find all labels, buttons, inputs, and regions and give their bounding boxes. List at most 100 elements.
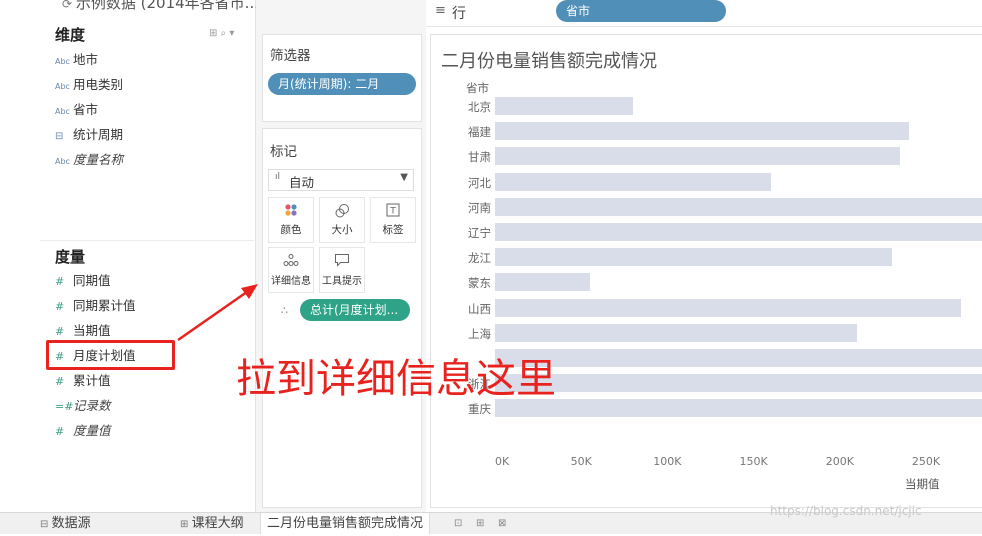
bar-chart: 北京 福建 甘肃 河北 河南 辽宁 龙江 蒙东 山西 上海 浙江 重庆 0K 50K 100K 150K 200… [431,35,982,507]
bar[interactable] [495,374,982,393]
dimensions-title: 维度 [55,26,86,44]
category-label: 河南 [468,200,491,215]
string-field-icon: Abc [55,57,70,66]
bar[interactable] [495,349,982,367]
measure-field[interactable]: # 度量值 [55,421,111,441]
category-label: 北京 [468,100,491,114]
category-label: 河北 [468,175,491,190]
color-icon [269,198,313,222]
category-label: 福建 [468,125,491,140]
mark-type-value: 自动 [289,175,315,190]
bar[interactable] [495,223,982,241]
x-tick-label: 150K [739,455,768,468]
watermark: https://blog.csdn.net/jcjic [770,504,922,518]
mark-detail-button[interactable]: 详细信息 [268,247,314,293]
chevron-down-icon: ▼ [400,172,408,183]
measure-field[interactable]: # 同期值 [55,271,111,291]
sheet-icon: ⊞ [180,519,192,530]
mark-color-button[interactable]: 颜色 [268,197,314,243]
svg-text:T: T [389,207,396,217]
marks-title: 标记 [270,144,297,160]
measure-field-icon: # [55,425,65,438]
dimension-field[interactable]: Abc 用电类别 [55,75,123,95]
x-tick-label: 0K [495,455,510,468]
bar[interactable] [495,197,982,216]
measure-field[interactable]: # 当期值 [55,321,111,341]
category-label: 甘肃 [468,150,491,165]
marks-card: 标记 ıl 自动 ▼ 颜色 大小 T 标签 详细信息 工具提示 ∴ 总计(月度计… [262,128,422,508]
bar[interactable] [495,323,858,342]
rows-icon: ≡ [435,3,446,18]
string-field-icon: Abc [55,107,70,116]
field-label: 省市 [73,102,99,117]
field-label: 当期值 [73,323,111,338]
dimension-field[interactable]: Abc 地市 [55,50,98,70]
category-label: 辽宁 [468,226,491,240]
bar[interactable] [495,298,961,317]
x-axis-label: 当期值 [905,477,940,491]
category-label: 龙江 [468,251,491,266]
new-sheet-icon[interactable]: ⊡ [454,513,462,534]
detail-measure-pill[interactable]: 总计(月度计划... [300,299,410,321]
tab-course-outline[interactable]: ⊞ 课程大纲 [180,513,244,534]
field-label: 累计值 [73,373,111,388]
data-pane: ⟳ 示例数据 (2014年各省市... 维度 ⊞ ⌕ ▾ Abc 地市 Abc 用电类… [0,0,259,512]
field-label: 同期值 [73,273,111,288]
bar[interactable] [495,122,909,141]
bar[interactable] [495,147,901,166]
field-label: 同期累计值 [73,298,136,313]
bar-chart-icon: ıl [275,172,281,182]
field-label: 地市 [73,52,99,67]
new-dashboard-icon[interactable]: ⊞ [476,513,484,534]
category-label: 山西 [468,301,491,316]
new-story-icon[interactable]: ⊠ [498,513,506,534]
datasource-name[interactable]: ⟳ 示例数据 (2014年各省市... [62,0,259,13]
tab-datasource[interactable]: ⊟ 数据源 [40,513,91,534]
bar[interactable] [495,97,633,115]
filter-pill[interactable]: 月(统计周期): 二月 [268,73,416,95]
mark-size-button[interactable]: 大小 [319,197,365,243]
tab-current-sheet[interactable]: 二月份电量销售额完成情况 [260,513,431,534]
mark-tooltip-label: 工具提示 [322,276,362,287]
mark-tooltip-button[interactable]: 工具提示 [319,247,365,293]
category-label: 上海 [468,326,491,341]
size-icon [320,198,364,222]
rows-label: 行 [452,6,466,22]
measure-field-icon: # [55,325,65,338]
detail-icon [269,248,313,272]
tooltip-icon [320,248,364,272]
measures-title: 度量 [55,248,86,266]
x-tick-label: 200K [825,455,854,468]
category-label: 蒙东 [468,276,491,291]
rows-shelf: ≡ 行 省市 [426,0,982,27]
bar[interactable] [495,273,590,292]
measure-field[interactable]: # 同期累计值 [55,296,136,316]
field-label: 记录数 [73,398,111,413]
mark-type-select[interactable]: ıl 自动 ▼ [268,169,414,191]
string-field-icon: Abc [55,157,70,166]
mark-size-label: 大小 [331,224,353,236]
rows-pill[interactable]: 省市 [556,0,726,22]
datasource-icon: ⊟ [40,519,52,530]
dimension-field[interactable]: Abc 省市 [55,100,98,120]
measure-field-icon: # [55,275,65,288]
mark-label-button[interactable]: T 标签 [370,197,416,243]
bar[interactable] [495,399,982,418]
mark-color-label: 颜色 [280,224,302,236]
measure-field[interactable]: =#记录数 [55,396,111,416]
bar[interactable] [495,248,892,267]
annotation-arrow [177,284,258,342]
mark-detail-label: 详细信息 [271,276,311,287]
measure-field[interactable]: # 累计值 [55,371,111,391]
mark-label-label: 标签 [382,224,404,236]
dimension-field[interactable]: ⊟ 统计周期 [55,125,123,145]
detail-field-icon: ∴ [281,304,288,317]
x-tick-label: 250K [911,455,941,468]
field-label: 用电类别 [73,77,124,92]
dimension-field[interactable]: Abc 度量名称 [55,150,123,170]
field-label: 度量名称 [73,152,124,167]
x-tick-label: 100K [653,455,682,468]
dimension-tools-icon[interactable]: ⊞ ⌕ ▾ [209,28,234,39]
bar[interactable] [495,172,771,191]
highlight-box [46,340,175,370]
